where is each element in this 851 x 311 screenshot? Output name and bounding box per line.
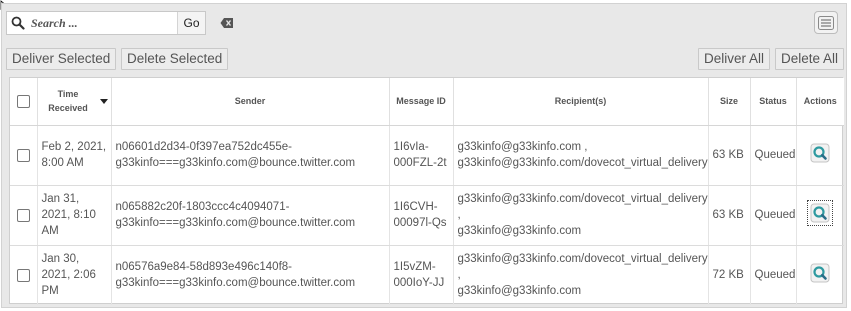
size-cell: 63 KB xyxy=(708,125,751,186)
sender-line: n06576a9e84-58d893e496c140f8- xyxy=(115,261,293,274)
recipient-line: , xyxy=(457,209,461,221)
sort-desc-icon[interactable] xyxy=(99,98,108,104)
deliver-all-button[interactable]: Deliver All xyxy=(698,48,771,70)
column-time-received[interactable]: Time Received xyxy=(37,78,112,126)
row-select-cell xyxy=(10,245,38,305)
sender-line: g33kinfo===g33kinfo.com@bounce.twitter.c… xyxy=(115,277,356,290)
recipients-cell: g33kinfo@g33kinfo.com/dovecot_virtual_de… xyxy=(453,185,709,246)
time-received-cell: Jan 30, 2021, 2:06 PM xyxy=(37,245,112,305)
go-button[interactable]: Go xyxy=(177,12,205,34)
column-message-id[interactable]: Message ID xyxy=(389,78,454,126)
search-icon[interactable] xyxy=(7,12,29,34)
column-actions: Actions xyxy=(796,78,844,126)
sender-line: g33kinfo===g33kinfo.com@bounce.twitter.c… xyxy=(115,217,356,229)
search-input[interactable] xyxy=(29,13,177,33)
sender-cell: n065882c20f-1803ccc4c4094071- g33kinfo==… xyxy=(111,185,390,246)
status-cell: Queued xyxy=(750,245,797,305)
table-row: Jan 31, 2021, 8:10 AM n065882c20f-1803cc… xyxy=(10,185,844,246)
message-id-line: 1I5vZM- xyxy=(393,261,436,274)
sender-cell: n06601d2d34-0f397ea752dc455e- g33kinfo==… xyxy=(111,125,390,186)
column-status[interactable]: Status xyxy=(750,78,797,126)
view-message-icon[interactable] xyxy=(809,262,831,284)
status-cell: Queued xyxy=(750,125,797,186)
recipient-line: g33kinfo@g33kinfo.com xyxy=(457,225,582,237)
select-all-cell xyxy=(10,78,38,126)
recipient-line: g33kinfo@g33kinfo.com , xyxy=(457,141,588,153)
recipient-line: g33kinfo@g33kinfo.com/dovecot_virtual_de… xyxy=(457,253,708,266)
message-id-line: 1I6CVH- xyxy=(393,201,438,213)
status-cell: Queued xyxy=(750,185,797,246)
sender-cell: n06576a9e84-58d893e496c140f8- g33kinfo==… xyxy=(111,245,390,305)
sender-line: n065882c20f-1803ccc4c4094071- xyxy=(115,201,290,213)
row-select-cell xyxy=(10,125,38,186)
row-select-cell xyxy=(10,185,38,246)
size-cell: 63 KB xyxy=(708,185,751,246)
row-checkbox[interactable] xyxy=(16,268,30,282)
view-message-icon[interactable] xyxy=(807,200,834,226)
deliver-selected-button[interactable]: Deliver Selected xyxy=(6,48,117,70)
message-id-cell: 1I6vIa- 000FZL-2t xyxy=(389,125,454,186)
list-menu-icon[interactable] xyxy=(814,11,838,34)
column-size[interactable]: Size xyxy=(708,78,751,126)
backspace-icon[interactable] xyxy=(220,17,234,29)
size-cell: 72 KB xyxy=(708,245,751,305)
time-received-cell: Jan 31, 2021, 8:10 AM xyxy=(37,185,112,246)
recipient-line: g33kinfo@g33kinfo.com/dovecot_virtual_de… xyxy=(457,193,708,205)
column-recipients[interactable]: Recipient(s) xyxy=(453,78,709,126)
search-box: Go xyxy=(6,11,206,35)
message-id-cell: 1I6CVH- 00097l-Qs xyxy=(389,185,454,246)
queue-panel: Go Deliver Selected Delete Selected Deli… xyxy=(1,3,847,308)
table-header-row: Time Received Sender Message ID Recipien… xyxy=(10,78,844,126)
message-id-cell: 1I5vZM- 000IoY-JJ xyxy=(389,245,454,305)
delete-all-button[interactable]: Delete All xyxy=(775,48,845,70)
message-id-line: 1I6vIa- xyxy=(393,141,429,153)
actions-cell xyxy=(796,185,844,246)
time-received-cell: Feb 2, 2021, 8:00 AM xyxy=(37,125,112,186)
recipient-line: g33kinfo@g33kinfo.com xyxy=(457,285,582,298)
sender-line: g33kinfo===g33kinfo.com@bounce.twitter.c… xyxy=(115,157,356,169)
select-all-checkbox[interactable] xyxy=(16,94,30,108)
recipients-cell: g33kinfo@g33kinfo.com/dovecot_virtual_de… xyxy=(453,245,709,305)
message-id-line: 00097l-Qs xyxy=(393,217,447,229)
table-row: Feb 2, 2021, 8:00 AM n06601d2d34-0f397ea… xyxy=(10,125,844,186)
column-sender[interactable]: Sender xyxy=(111,78,390,126)
message-id-line: 000IoY-JJ xyxy=(393,277,445,290)
column-time-received-label: Time Received xyxy=(48,89,88,114)
recipients-cell: g33kinfo@g33kinfo.com , g33kinfo@g33kinf… xyxy=(453,125,709,186)
message-id-line: 000FZL-2t xyxy=(393,157,447,169)
row-checkbox[interactable] xyxy=(16,208,30,222)
recipient-line: g33kinfo@g33kinfo.com/dovecot_virtual_de… xyxy=(457,157,708,169)
row-checkbox[interactable] xyxy=(16,148,30,162)
actions-cell xyxy=(796,125,844,186)
actions-cell xyxy=(796,245,844,305)
sender-line: n06601d2d34-0f397ea752dc455e- xyxy=(115,141,293,153)
recipient-line: , xyxy=(457,269,461,282)
queue-table: Time Received Sender Message ID Recipien… xyxy=(9,77,844,305)
table-row: Jan 30, 2021, 2:06 PM n06576a9e84-58d893… xyxy=(10,245,844,305)
delete-selected-button[interactable]: Delete Selected xyxy=(121,48,229,70)
view-message-icon[interactable] xyxy=(809,142,831,164)
